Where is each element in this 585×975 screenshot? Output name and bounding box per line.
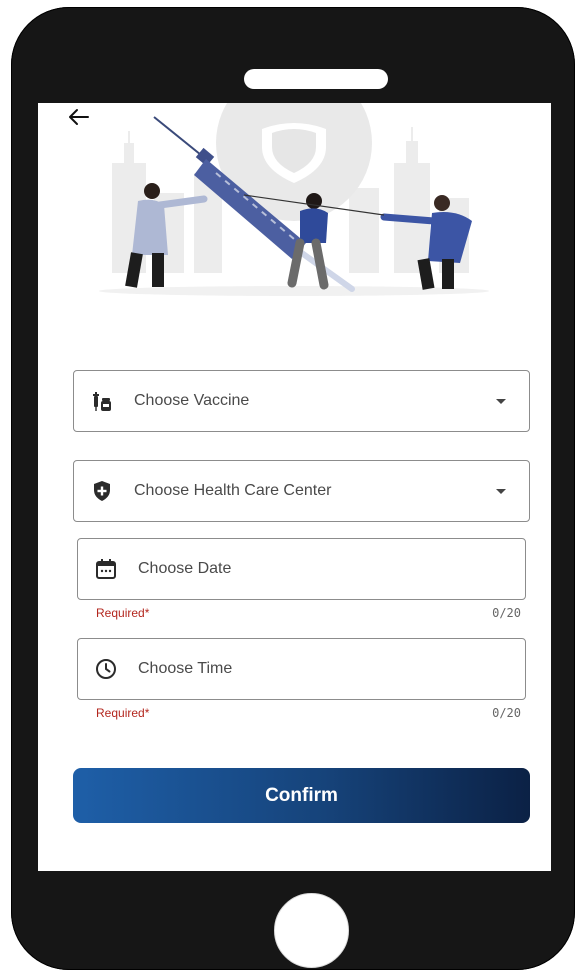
app-screen: Choose Vaccine Choose Health Care Center… (38, 103, 551, 871)
calendar-icon (96, 559, 116, 579)
time-field[interactable]: Choose Time (77, 638, 526, 700)
date-field-label: Choose Date (138, 560, 232, 577)
date-field[interactable]: Choose Date (77, 538, 526, 600)
home-button[interactable] (274, 893, 349, 968)
health-center-select-label: Choose Health Care Center (134, 482, 332, 499)
vaccine-icon (93, 392, 111, 411)
phone-speaker (244, 69, 388, 89)
shield-plus-icon (94, 481, 110, 501)
time-field-label: Choose Time (138, 660, 233, 677)
dropdown-arrow-icon (496, 399, 506, 404)
time-char-counter: 0/20 (492, 706, 521, 720)
date-char-counter: 0/20 (492, 606, 521, 620)
dropdown-arrow-icon (496, 489, 506, 494)
back-arrow-icon[interactable] (66, 107, 90, 127)
time-helper-text: Required* (96, 706, 150, 720)
vaccination-illustration (99, 103, 489, 296)
vaccine-select-label: Choose Vaccine (134, 392, 250, 409)
date-helper-text: Required* (96, 606, 150, 620)
vaccine-select[interactable]: Choose Vaccine (73, 370, 530, 432)
health-center-select[interactable]: Choose Health Care Center (73, 460, 530, 522)
clock-icon (96, 659, 116, 679)
confirm-button[interactable]: Confirm (73, 768, 530, 823)
